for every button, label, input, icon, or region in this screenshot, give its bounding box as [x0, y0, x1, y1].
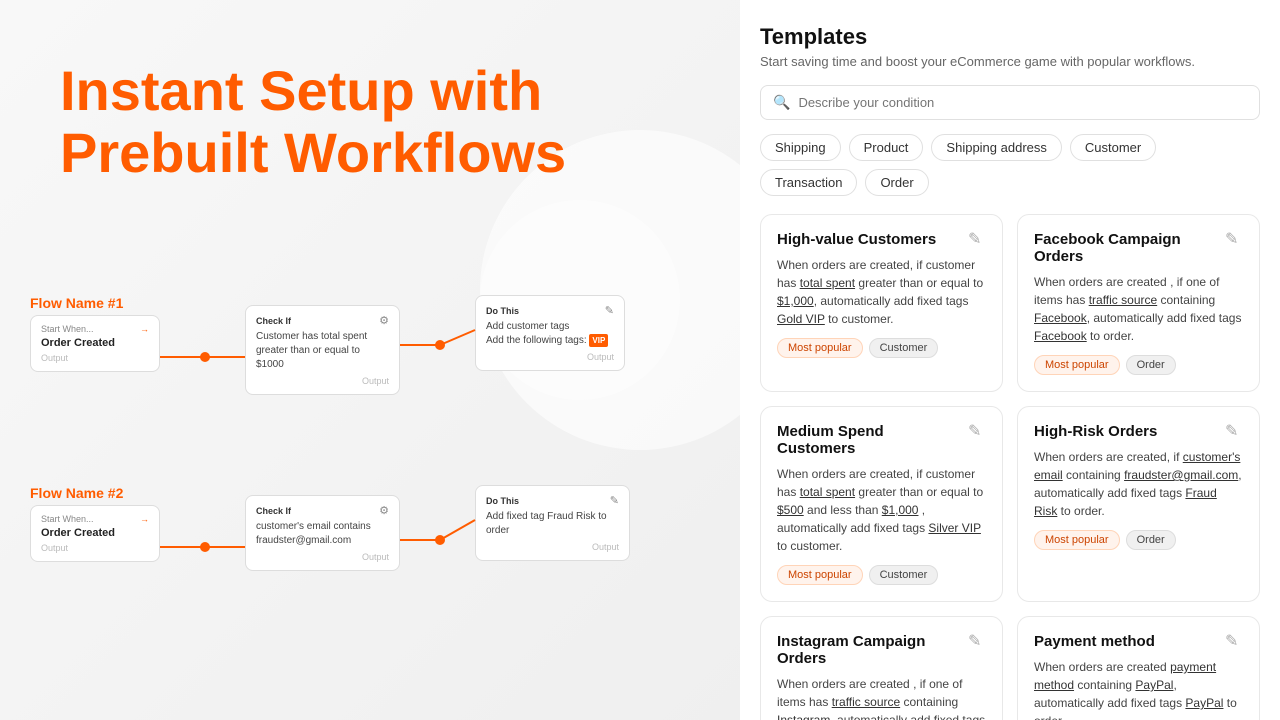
tag-customer: Customer: [869, 565, 939, 585]
tag-most-popular: Most popular: [777, 565, 863, 585]
card-tags: Most popular Customer: [777, 565, 986, 585]
hero-title: Instant Setup with Prebuilt Workflows: [60, 60, 566, 183]
card-tags: Most popular Order: [1034, 355, 1243, 375]
edit-icon[interactable]: ✎: [968, 631, 988, 651]
card-medium-spend: Medium Spend Customers ✎ When orders are…: [760, 406, 1003, 602]
flow2-checkif-box: Check If ⚙ customer's email contains fra…: [245, 495, 400, 571]
tag-most-popular: Most popular: [1034, 530, 1120, 550]
search-bar[interactable]: 🔍: [760, 85, 1260, 120]
card-facebook-campaign: Facebook Campaign Orders ✎ When orders a…: [1017, 214, 1260, 392]
edit-icon[interactable]: ✎: [1225, 421, 1245, 441]
edit-icon[interactable]: ✎: [1225, 229, 1245, 249]
search-input[interactable]: [798, 95, 1247, 110]
cards-grid: High-value Customers ✎ When orders are c…: [760, 214, 1260, 720]
right-panel: Templates Start saving time and boost yo…: [740, 0, 1280, 720]
edit-icon[interactable]: ✎: [1225, 631, 1245, 651]
arrow-icon: →: [140, 324, 149, 334]
card-desc: When orders are created , if one of item…: [1034, 273, 1243, 345]
filter-customer[interactable]: Customer: [1070, 134, 1156, 161]
flow1-dothis-box: Do This ✎ Add customer tags Add the foll…: [475, 295, 625, 371]
left-panel: Instant Setup with Prebuilt Workflows Fl…: [0, 0, 740, 720]
filter-transaction[interactable]: Transaction: [760, 169, 857, 196]
flow2-dothis-box: Do This ✎ Add fixed tag Fraud Risk to or…: [475, 485, 630, 561]
cursor-icon-2: ✎: [610, 494, 619, 507]
filter-tags: Shipping Product Shipping address Custom…: [760, 134, 1260, 196]
flow1-checkif-box: Check If ⚙ Customer has total spent grea…: [245, 305, 400, 395]
filter-shipping[interactable]: Shipping: [760, 134, 841, 161]
search-icon: 🔍: [773, 94, 790, 111]
flow-group-1: Flow Name #1 Start When... → Order Creat…: [30, 295, 710, 465]
card-desc: When orders are created , if one of item…: [777, 675, 986, 720]
tag-customer: Customer: [869, 338, 939, 358]
card-title: Payment method: [1034, 633, 1243, 650]
card-desc: When orders are created, if customer has…: [777, 465, 986, 555]
settings-icon: ⚙: [379, 314, 389, 327]
edit-icon[interactable]: ✎: [968, 229, 988, 249]
panel-subtitle: Start saving time and boost your eCommer…: [760, 54, 1260, 69]
card-title: Medium Spend Customers: [777, 423, 986, 457]
edit-icon[interactable]: ✎: [968, 421, 988, 441]
card-desc: When orders are created, if customer has…: [777, 256, 986, 328]
tag-order: Order: [1126, 530, 1176, 550]
card-instagram-campaign: Instagram Campaign Orders ✎ When orders …: [760, 616, 1003, 720]
card-title: Facebook Campaign Orders: [1034, 231, 1243, 265]
card-title: High-Risk Orders: [1034, 423, 1243, 440]
card-tags: Most popular Customer: [777, 338, 986, 358]
arrow-icon-2: →: [140, 514, 149, 524]
filter-shipping-address[interactable]: Shipping address: [931, 134, 1061, 161]
tag-most-popular: Most popular: [1034, 355, 1120, 375]
flow1-start-box: Start When... → Order Created Output: [30, 315, 160, 372]
card-payment-method: Payment method ✎ When orders are created…: [1017, 616, 1260, 720]
card-desc: When orders are created payment method c…: [1034, 658, 1243, 720]
cursor-icon: ✎: [605, 304, 614, 317]
card-title: High-value Customers: [777, 231, 986, 248]
card-title: Instagram Campaign Orders: [777, 633, 986, 667]
settings-icon-2: ⚙: [379, 504, 389, 517]
flow2-start-box: Start When... → Order Created Output: [30, 505, 160, 562]
tag-most-popular: Most popular: [777, 338, 863, 358]
filter-product[interactable]: Product: [849, 134, 924, 161]
card-high-value-customers: High-value Customers ✎ When orders are c…: [760, 214, 1003, 392]
card-high-risk-orders: High-Risk Orders ✎ When orders are creat…: [1017, 406, 1260, 602]
flow-group-2: Flow Name #2 Start When... → Order Creat…: [30, 485, 710, 655]
tag-order: Order: [1126, 355, 1176, 375]
filter-order[interactable]: Order: [865, 169, 928, 196]
flows-area: Flow Name #1 Start When... → Order Creat…: [30, 295, 720, 685]
card-desc: When orders are created, if customer's e…: [1034, 448, 1243, 520]
panel-title: Templates: [760, 24, 1260, 50]
card-tags: Most popular Order: [1034, 530, 1243, 550]
